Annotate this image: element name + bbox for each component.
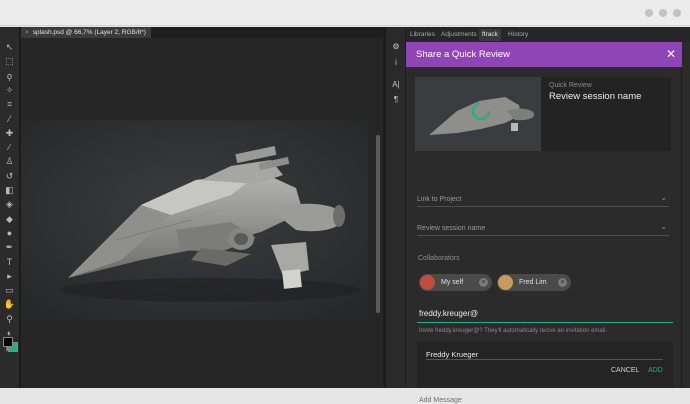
canvas-area[interactable] <box>21 38 383 388</box>
paragraph-icon[interactable]: ¶ <box>390 94 402 106</box>
history-brush-tool-icon[interactable]: ↺ <box>3 170 16 182</box>
quick-review-form: Quick Review Review session name Link to… <box>406 67 682 404</box>
add-button[interactable]: ADD <box>648 367 663 374</box>
tab-libraries[interactable]: Libraries <box>407 29 438 41</box>
panel-tabs: Libraries Adjustments ftrack History <box>406 27 690 42</box>
invite-hint-text: Invite freddy.kreuger@? They'll automati… <box>419 328 608 334</box>
zoom-tool-icon[interactable]: ⚲ <box>3 313 16 325</box>
review-session-title: Review session name <box>549 91 642 102</box>
invite-email-wrapper <box>417 303 673 323</box>
panel-icon-strip: ⚙ i A| ¶ <box>385 27 405 388</box>
quick-review-header: Share a Quick Review ✕ <box>406 42 682 67</box>
healing-brush-tool-icon[interactable]: ✚ <box>3 127 16 139</box>
lasso-tool-icon[interactable]: ϙ <box>3 70 16 82</box>
character-icon[interactable]: A| <box>390 79 402 91</box>
crop-tool-icon[interactable]: ⌗ <box>3 98 16 110</box>
invite-email-input[interactable] <box>417 304 673 323</box>
document-close-icon[interactable]: × <box>25 29 29 36</box>
cancel-button[interactable]: CANCEL <box>611 367 639 374</box>
avatar <box>498 275 513 290</box>
link-to-project-select[interactable]: Link to Project ⌄ <box>417 191 669 207</box>
tab-adjustments[interactable]: Adjustments <box>438 29 480 41</box>
avatar <box>420 275 435 290</box>
close-icon[interactable]: ✕ <box>666 42 676 67</box>
foreground-color-swatch[interactable] <box>3 337 13 347</box>
invite-name-input[interactable] <box>426 347 663 362</box>
properties-icon[interactable]: ⚙ <box>390 41 402 53</box>
tools-panel: ↖⬚ϙ✧⌗⁄✚∕♙↺◧◈◆●✒T▸▭✋⚲◐▣ <box>0 27 20 388</box>
marquee-tool-icon[interactable]: ⬚ <box>3 55 16 67</box>
add-message-field[interactable]: Add Message <box>419 397 462 404</box>
link-to-project-label: Link to Project <box>417 196 462 203</box>
magic-wand-tool-icon[interactable]: ✧ <box>3 84 16 96</box>
collaborator-name: My self <box>441 279 464 286</box>
collaborator-chip-my-self[interactable]: My self × <box>419 274 492 291</box>
right-panel: Libraries Adjustments ftrack History Share … <box>406 27 690 404</box>
document-tab[interactable]: × splash.psd @ 66,7% (Layer 2, RGB/8*) <box>21 27 151 38</box>
window-minimize-dot[interactable] <box>645 9 653 17</box>
invite-name-wrapper <box>426 344 663 362</box>
remove-icon[interactable]: × <box>558 278 567 287</box>
tab-ftrack[interactable]: ftrack <box>479 29 501 41</box>
collaborators-label: Collaborators <box>418 255 460 262</box>
move-tool-icon[interactable]: ↖ <box>3 41 16 53</box>
window-maximize-dot[interactable] <box>659 9 667 17</box>
window-close-dot[interactable] <box>673 9 681 17</box>
review-session-name-label: Review session name <box>417 225 486 232</box>
review-preview-card: Quick Review Review session name <box>415 77 671 151</box>
collaborator-chip-fred-lim[interactable]: Fred Lim × <box>497 274 571 291</box>
invite-name-box: CANCEL ADD <box>417 341 673 388</box>
type-tool-icon[interactable]: T <box>3 256 16 268</box>
document-tab-title: splash.psd @ 66,7% (Layer 2, RGB/8*) <box>32 29 146 36</box>
brush-tool-icon[interactable]: ∕ <box>3 141 16 153</box>
quick-review-title: Share a Quick Review <box>416 49 510 60</box>
paint-bucket-tool-icon[interactable]: ◈ <box>3 198 16 210</box>
tab-history[interactable]: History <box>505 29 531 41</box>
canvas-vertical-scrollbar[interactable] <box>376 135 380 313</box>
photoshop-workspace: ↖⬚ϙ✧⌗⁄✚∕♙↺◧◈◆●✒T▸▭✋⚲◐▣ ×splash.psd @ 66,… <box>0 27 690 404</box>
eraser-tool-icon[interactable]: ◧ <box>3 184 16 196</box>
spaceship-render-image <box>21 120 368 320</box>
collaborator-name: Fred Lim <box>519 279 547 286</box>
rectangle-tool-icon[interactable]: ▭ <box>3 284 16 296</box>
path-selection-tool-icon[interactable]: ▸ <box>3 270 16 282</box>
review-type-label: Quick Review <box>549 82 592 89</box>
remove-icon[interactable]: × <box>479 278 488 287</box>
info-icon[interactable]: i <box>390 57 402 69</box>
window-titlebar <box>0 0 690 26</box>
blur-tool-icon[interactable]: ◆ <box>3 213 16 225</box>
app-window: ↖⬚ϙ✧⌗⁄✚∕♙↺◧◈◆●✒T▸▭✋⚲◐▣ ×splash.psd @ 66,… <box>0 0 690 404</box>
dodge-tool-icon[interactable]: ● <box>3 227 16 239</box>
review-thumbnail <box>415 77 541 151</box>
stamp-tool-icon[interactable]: ♙ <box>3 155 16 167</box>
eyedropper-tool-icon[interactable]: ⁄ <box>3 113 16 125</box>
hand-tool-icon[interactable]: ✋ <box>3 298 16 310</box>
chevron-down-icon: ⌄ <box>660 222 667 231</box>
pen-tool-icon[interactable]: ✒ <box>3 241 16 253</box>
review-session-name-field[interactable]: Review session name ⌄ <box>417 220 669 236</box>
chevron-down-icon: ⌄ <box>660 193 667 202</box>
